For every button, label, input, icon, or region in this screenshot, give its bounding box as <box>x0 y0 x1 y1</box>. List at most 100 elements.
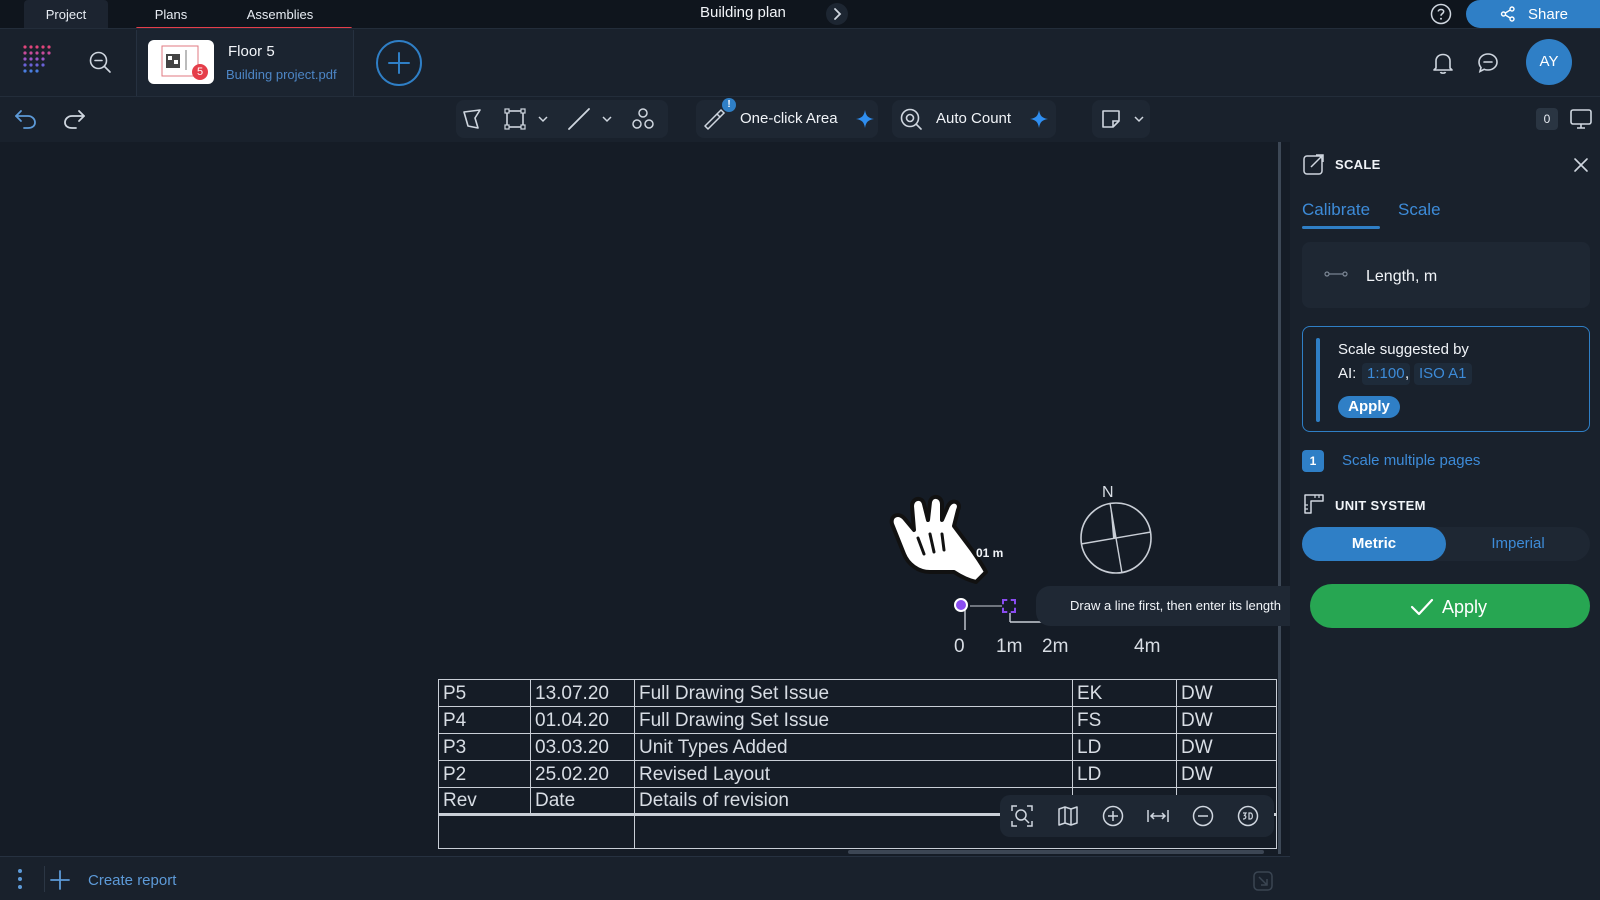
create-report-button[interactable]: Create report <box>88 872 176 889</box>
line-tool-icon[interactable] <box>566 106 592 132</box>
sticky-note-icon[interactable] <box>1098 106 1124 132</box>
scale-tick-label: 1m <box>996 636 1023 657</box>
measure-readout: 01 m <box>976 546 1004 560</box>
collapse-panel-icon[interactable] <box>1252 870 1274 892</box>
fit-width-icon[interactable] <box>1146 804 1170 828</box>
unit-imperial-option[interactable]: Imperial <box>1446 527 1590 561</box>
length-label: Length, m <box>1366 268 1438 285</box>
document-title[interactable]: Building plan <box>700 4 786 21</box>
plus-icon <box>388 52 410 74</box>
table-cell: Revised Layout <box>634 760 1073 788</box>
panel-resize-handle[interactable] <box>1278 142 1281 854</box>
selection-counter: 0 <box>1536 108 1558 130</box>
tab-assemblies[interactable]: Assemblies <box>210 0 350 28</box>
zoom-fit-icon[interactable] <box>1010 804 1034 828</box>
scale-tick-label: 0 <box>954 636 965 657</box>
user-avatar[interactable]: AY <box>1526 39 1572 85</box>
table-cell: P3 <box>438 733 531 761</box>
count-tool-icon[interactable] <box>630 106 656 132</box>
tab-calibrate[interactable]: Calibrate <box>1302 200 1370 220</box>
line-start-point[interactable] <box>954 598 968 612</box>
table-cell: Unit Types Added <box>634 733 1073 761</box>
chevron-down-icon[interactable] <box>600 112 614 126</box>
plus-icon[interactable] <box>48 868 72 892</box>
ai-sparkle-icon <box>1028 108 1050 130</box>
tab-scale[interactable]: Scale <box>1398 200 1441 220</box>
chevron-down-icon[interactable] <box>536 112 550 126</box>
table-cell: DW <box>1176 706 1277 734</box>
alert-badge: ! <box>722 98 736 112</box>
one-click-area-label: One-click Area <box>740 110 838 127</box>
scale-multiple-pages-link[interactable]: Scale multiple pages <box>1342 452 1480 469</box>
table-cell: FS <box>1072 706 1177 734</box>
table-cell: Full Drawing Set Issue <box>634 706 1073 734</box>
apply-button[interactable]: Apply <box>1310 584 1590 628</box>
horizontal-scrollbar[interactable] <box>848 850 1264 854</box>
notification-bell-icon[interactable] <box>1430 50 1456 76</box>
redo-icon[interactable] <box>62 106 88 132</box>
table-cell: Rev <box>438 787 531 815</box>
zoom-search-icon[interactable] <box>88 50 112 74</box>
share-button[interactable]: Share <box>1466 0 1600 28</box>
table-cell: Date <box>530 787 635 815</box>
apply-suggestion-button[interactable]: Apply <box>1338 396 1400 418</box>
scale-icon <box>1302 152 1326 176</box>
share-icon <box>1500 6 1515 22</box>
add-plan-button[interactable] <box>376 40 422 86</box>
table-cell <box>438 813 635 849</box>
zoom-out-icon[interactable] <box>1191 804 1215 828</box>
apply-label: Apply <box>1442 597 1488 617</box>
ai-sparkle-icon <box>854 108 876 130</box>
table-row: P2 25.02.20 Revised Layout LD DW <box>438 760 1277 788</box>
bottom-bar <box>0 856 1290 900</box>
close-icon[interactable] <box>1572 156 1590 174</box>
table-cell: LD <box>1072 760 1177 788</box>
scale-tick-label: 2m <box>1042 636 1069 657</box>
unit-system-title: UNIT SYSTEM <box>1335 498 1426 513</box>
rectangle-tool-icon[interactable] <box>502 106 528 132</box>
table-cell: DW <box>1176 733 1277 761</box>
file-source[interactable]: Building project.pdf <box>226 67 337 82</box>
scale-tick-label: 4m <box>1134 636 1161 657</box>
zoom-controls <box>1000 795 1274 837</box>
divider <box>44 866 45 892</box>
zoom-in-icon[interactable] <box>1101 804 1125 828</box>
ruler-line-icon <box>1324 266 1348 282</box>
file-name: Floor 5 <box>228 43 275 60</box>
help-icon[interactable] <box>1430 3 1452 25</box>
tab-project[interactable]: Project <box>24 0 108 28</box>
table-cell: 25.02.20 <box>530 760 635 788</box>
share-label: Share <box>1528 6 1569 23</box>
unit-metric-option[interactable]: Metric <box>1302 527 1446 561</box>
table-cell: P5 <box>438 679 531 707</box>
scale-tooltip: Draw a line first, then enter its length <box>1036 586 1326 626</box>
table-cell: 01.04.20 <box>530 706 635 734</box>
map-icon[interactable] <box>1056 804 1080 828</box>
table-cell: 13.07.20 <box>530 679 635 707</box>
auto-count-label: Auto Count <box>936 110 1012 127</box>
compass-icon <box>1078 500 1154 576</box>
3d-view-icon[interactable] <box>1236 804 1260 828</box>
table-row: P4 01.04.20 Full Drawing Set Issue FS DW <box>438 706 1277 734</box>
table-row: P3 03.03.20 Unit Types Added LD DW <box>438 733 1277 761</box>
undo-icon[interactable] <box>12 106 38 132</box>
line-end-point[interactable] <box>1002 599 1016 613</box>
apps-grid-icon[interactable] <box>22 44 56 78</box>
chevron-right-icon[interactable] <box>826 3 848 25</box>
table-cell: 03.03.20 <box>530 733 635 761</box>
polygon-area-tool-icon[interactable] <box>460 106 486 132</box>
suggested-scale-chip[interactable]: 1:100 <box>1362 363 1410 385</box>
table-cell: P2 <box>438 760 531 788</box>
accent-bar <box>1316 338 1320 422</box>
display-icon[interactable] <box>1568 106 1594 132</box>
table-cell: DW <box>1176 679 1277 707</box>
table-cell: Full Drawing Set Issue <box>634 679 1073 707</box>
suggested-paper-chip[interactable]: ISO A1 <box>1414 363 1472 385</box>
panel-title: SCALE <box>1335 157 1381 172</box>
more-options-icon[interactable] <box>10 866 30 892</box>
comments-icon[interactable] <box>1476 51 1500 75</box>
active-tab-indicator <box>1302 226 1380 229</box>
tab-plans[interactable]: Plans <box>136 0 206 28</box>
chevron-down-icon[interactable] <box>1132 112 1146 126</box>
ruler-icon <box>1302 492 1326 516</box>
